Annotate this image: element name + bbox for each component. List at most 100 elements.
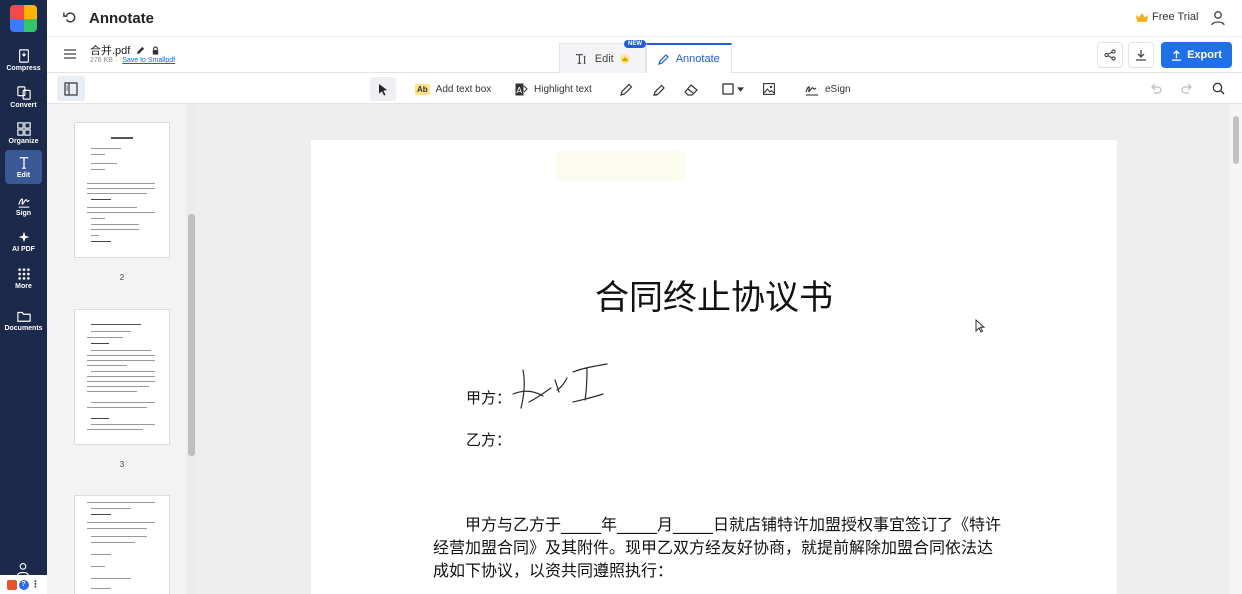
rail-item-convert[interactable]: Convert: [0, 80, 47, 114]
annotate-toolbar: Ab Add text box A Highlight text eSign: [47, 73, 1242, 104]
select-tool[interactable]: [370, 77, 396, 101]
account-icon[interactable]: [16, 562, 30, 576]
add-text-box-tool[interactable]: Ab Add text box: [415, 77, 491, 101]
new-badge: NEW: [624, 40, 646, 48]
undo-icon[interactable]: [1150, 83, 1162, 94]
tab-annotate[interactable]: Annotate: [645, 43, 732, 73]
user-icon[interactable]: [1210, 10, 1226, 26]
scrollbar-thumb[interactable]: [1233, 116, 1239, 164]
file-name-row: 合并.pdf: [90, 42, 160, 58]
pen-icon: [657, 54, 669, 65]
edit-text-icon: [19, 156, 28, 169]
help-icon[interactable]: ?: [18, 579, 29, 590]
rail-label: Organize: [8, 137, 39, 145]
redo-icon[interactable]: [1181, 83, 1193, 94]
download-icon: [1136, 50, 1146, 61]
pen-tool[interactable]: [620, 77, 633, 101]
thumbnail-panel: 2 3: [47, 104, 197, 594]
rail-item-ai-pdf[interactable]: AI PDF: [0, 224, 47, 258]
square-shape-icon: [722, 83, 734, 95]
share-button[interactable]: [1097, 42, 1123, 68]
tray-menu-icon[interactable]: ⋮: [30, 579, 41, 590]
esign-tool[interactable]: eSign: [805, 77, 851, 101]
page-title: Annotate: [89, 10, 154, 27]
file-meta: 276 KB · Save to Smallpdf: [90, 57, 176, 64]
document-title: 合同终止协议书: [595, 278, 833, 318]
rail-item-compress[interactable]: Compress: [0, 43, 47, 77]
file-bar: 合并.pdf 276 KB · Save to Smallpdf Edit NE…: [47, 37, 1242, 73]
shape-tool[interactable]: [722, 77, 744, 101]
rail-item-documents[interactable]: Documents: [0, 303, 47, 337]
eraser-tool[interactable]: [684, 77, 698, 101]
search-icon[interactable]: [1212, 82, 1225, 95]
pdf-page[interactable]: 合同终止协议书 甲方： 乙方： 甲方与乙方于_____年_____月_____日…: [311, 140, 1117, 594]
handwritten-signature[interactable]: [511, 362, 621, 422]
rail-label: Sign: [15, 209, 32, 217]
signature-icon: [805, 85, 818, 96]
rename-pencil-icon[interactable]: [136, 46, 145, 55]
document-paragraph: 甲方与乙方于_____年_____月_____日就店铺特许加盟授权事宜签订了《特…: [433, 515, 1002, 580]
tab-edit[interactable]: Edit NEW: [559, 40, 646, 73]
rail-bottom-tray: ? ⋮: [0, 575, 47, 594]
esign-label: eSign: [825, 83, 851, 95]
export-button[interactable]: Export: [1161, 42, 1232, 68]
mouse-cursor-icon: [975, 319, 985, 333]
rail-label: Edit: [16, 171, 31, 179]
page-thumbnail[interactable]: [74, 122, 170, 258]
upload-icon: [1171, 49, 1182, 61]
save-to-smallpdf-link[interactable]: Save to Smallpdf: [122, 57, 175, 64]
app-icon[interactable]: [6, 579, 17, 590]
party-a-label: 甲方：: [466, 389, 512, 407]
image-tool[interactable]: [763, 77, 775, 101]
folder-icon: [16, 311, 31, 322]
top-bar: Annotate Free Trial: [47, 0, 1242, 37]
rail-item-sign[interactable]: Sign: [0, 188, 47, 222]
thumbnail-page-number: 2: [119, 273, 125, 282]
document-scrollbar[interactable]: [1230, 104, 1242, 594]
document-viewer: 合同终止协议书 甲方： 乙方： 甲方与乙方于_____年_____月_____日…: [197, 104, 1242, 594]
page-thumbnail[interactable]: [74, 495, 170, 594]
eraser-icon: [684, 83, 698, 96]
highlight-text-icon: A: [515, 83, 528, 95]
export-label: Export: [1187, 49, 1222, 61]
download-button[interactable]: [1128, 42, 1154, 68]
rail-label: Compress: [6, 64, 41, 72]
crown-badge-icon: [619, 53, 630, 64]
sidebar-icon: [64, 81, 78, 96]
thumbnail-panel-toggle[interactable]: [57, 76, 85, 101]
organize-icon: [16, 121, 31, 136]
smallpdf-logo[interactable]: [10, 5, 37, 32]
scrollbar-thumb[interactable]: [188, 214, 195, 456]
convert-icon: [16, 85, 31, 100]
left-rail: Compress Convert Organize Edit Sign AI P…: [0, 0, 47, 594]
hamburger-menu-icon[interactable]: [64, 48, 76, 60]
highlighter-tool[interactable]: [652, 77, 665, 101]
free-trial-label: Free Trial: [1152, 11, 1199, 23]
text-box-icon: Ab: [415, 83, 430, 95]
highlight-text-tool[interactable]: A Highlight text: [515, 77, 592, 101]
rail-label: Documents: [4, 324, 43, 332]
highlight-text-label: Highlight text: [534, 83, 592, 95]
tab-edit-label: Edit: [594, 52, 614, 65]
rail-label: AI PDF: [12, 245, 35, 253]
crown-icon: [1135, 12, 1149, 22]
page-thumbnail[interactable]: [74, 309, 170, 445]
rail-item-more[interactable]: More: [0, 261, 47, 295]
compress-icon: [18, 48, 29, 63]
thumbnail-scrollbar[interactable]: [186, 104, 197, 594]
share-icon: [1104, 49, 1116, 61]
file-name: 合并.pdf: [90, 45, 131, 57]
lock-icon[interactable]: [151, 45, 160, 55]
rail-item-organize[interactable]: Organize: [0, 116, 47, 150]
party-b-label: 乙方：: [466, 431, 512, 449]
svg-text:A: A: [517, 86, 523, 95]
back-icon[interactable]: [63, 10, 77, 24]
file-size: 276 KB: [90, 57, 113, 64]
sign-icon: [17, 197, 30, 208]
thumbnail-page-number: 3: [119, 460, 125, 469]
free-trial-button[interactable]: Free Trial: [1135, 11, 1198, 23]
rail-item-edit[interactable]: Edit: [5, 150, 42, 184]
add-text-box-label: Add text box: [435, 83, 492, 95]
chevron-down-icon: [737, 86, 744, 92]
app-window: Compress Convert Organize Edit Sign AI P…: [0, 0, 1242, 594]
